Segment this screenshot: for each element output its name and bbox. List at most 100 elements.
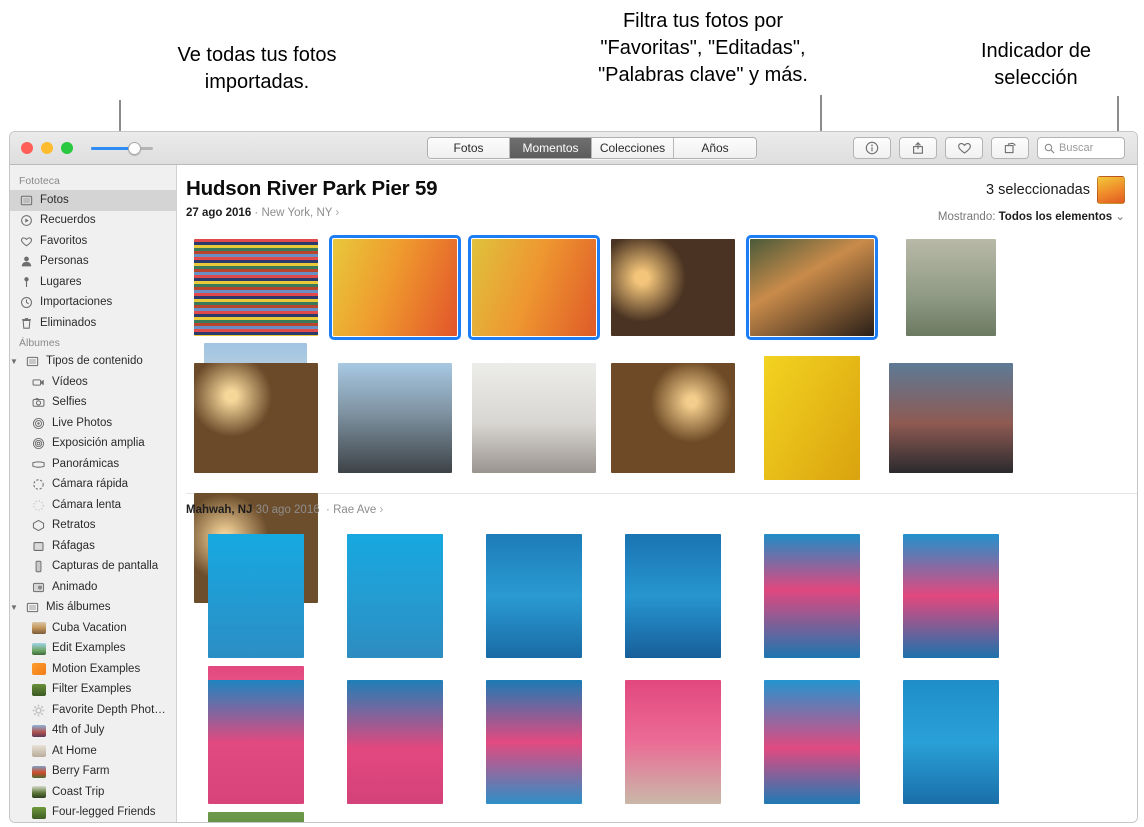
photo-thumbnail[interactable] xyxy=(888,363,1013,473)
sidebar-item-four-legged-friends[interactable]: Four-legged Friends xyxy=(10,803,176,823)
info-button[interactable] xyxy=(853,137,891,159)
photo-thumbnail[interactable] xyxy=(624,680,721,804)
photo-cell[interactable] xyxy=(186,808,325,822)
minimize-button[interactable] xyxy=(41,142,53,154)
photo-thumbnail[interactable] xyxy=(902,680,999,804)
sidebar-item-panor-micas[interactable]: Panorámicas xyxy=(10,454,176,475)
slider-knob[interactable] xyxy=(128,142,141,155)
sidebar-item-personas[interactable]: Personas xyxy=(10,252,176,273)
sidebar-item-edit-examples[interactable]: Edit Examples xyxy=(10,639,176,660)
window-controls[interactable] xyxy=(10,142,73,154)
tab-fotos[interactable]: Fotos xyxy=(428,138,510,158)
sidebar-item-eliminados[interactable]: Eliminados xyxy=(10,313,176,334)
thumbnail-size-slider[interactable] xyxy=(91,141,153,155)
photo-cell[interactable] xyxy=(603,530,742,662)
photo-thumbnail[interactable] xyxy=(485,534,582,658)
photo-cell[interactable] xyxy=(325,530,464,662)
photo-cell[interactable] xyxy=(881,353,1020,483)
zoom-button[interactable] xyxy=(61,142,73,154)
sidebar-item-berry-farm[interactable]: Berry Farm xyxy=(10,762,176,783)
photo-cell[interactable] xyxy=(464,234,603,340)
photo-thumbnail[interactable] xyxy=(763,680,860,804)
photo-cell[interactable] xyxy=(186,530,325,662)
sidebar-item-capturas-de-pantalla[interactable]: Capturas de pantalla xyxy=(10,557,176,578)
sidebar-item-c-mara-lenta[interactable]: Cámara lenta xyxy=(10,495,176,516)
sidebar-item-recuerdos[interactable]: Recuerdos xyxy=(10,211,176,232)
sidebar-item-lugares[interactable]: Lugares xyxy=(10,272,176,293)
photo-thumbnail[interactable] xyxy=(337,363,452,473)
photo-thumbnail[interactable] xyxy=(207,812,304,822)
tab-anos[interactable]: Años xyxy=(674,138,756,158)
sidebar-item-animado[interactable]: Animado xyxy=(10,577,176,598)
sidebar-item-retratos[interactable]: Retratos xyxy=(10,516,176,537)
sidebar-item-v-deos[interactable]: Vídeos xyxy=(10,372,176,393)
photo-cell[interactable] xyxy=(464,353,603,483)
sidebar-item-favorite-depth-phot[interactable]: Favorite Depth Phot… xyxy=(10,700,176,721)
photo-cell[interactable] xyxy=(464,530,603,662)
photo-cell[interactable] xyxy=(186,235,325,339)
search-input[interactable]: Buscar xyxy=(1037,137,1125,159)
photo-cell[interactable] xyxy=(186,676,325,808)
photo-thumbnail[interactable] xyxy=(193,238,318,336)
photo-cell[interactable] xyxy=(325,234,464,340)
photo-thumbnail-selected[interactable] xyxy=(467,234,600,340)
sidebar-item-fotos[interactable]: Fotos xyxy=(10,190,176,211)
sidebar-item-selfies[interactable]: Selfies xyxy=(10,393,176,414)
sidebar-item-mis-lbumes[interactable]: ▼ Mis álbumes xyxy=(10,598,176,619)
photo-cell[interactable] xyxy=(881,530,1020,662)
view-mode-tabs[interactable]: Fotos Momentos Colecciones Años xyxy=(427,137,757,159)
sidebar-item-coast-trip[interactable]: Coast Trip xyxy=(10,782,176,803)
photo-thumbnail[interactable] xyxy=(485,680,582,804)
chevron-right-icon[interactable]: › xyxy=(335,207,339,219)
photo-cell[interactable] xyxy=(325,676,464,808)
sidebar-item-exposici-n-amplia[interactable]: Exposición amplia xyxy=(10,434,176,455)
photo-thumbnail[interactable] xyxy=(207,680,304,804)
sidebar-item-4th-of-july[interactable]: 4th of July xyxy=(10,721,176,742)
selection-thumbnail[interactable] xyxy=(1097,176,1125,204)
chevron-right-icon[interactable]: › xyxy=(380,504,384,516)
tab-momentos[interactable]: Momentos xyxy=(510,138,592,158)
photo-cell[interactable] xyxy=(881,676,1020,808)
photo-cell[interactable] xyxy=(742,234,881,340)
photo-cell[interactable] xyxy=(325,353,464,483)
close-button[interactable] xyxy=(21,142,33,154)
photo-thumbnail[interactable] xyxy=(763,356,860,480)
photo-thumbnail[interactable] xyxy=(610,238,735,336)
sidebar-item-motion-examples[interactable]: Motion Examples xyxy=(10,659,176,680)
favorite-button[interactable] xyxy=(945,137,983,159)
disclosure-triangle-icon[interactable]: ▼ xyxy=(10,603,18,612)
sidebar-item-tipos-de-contenido[interactable]: ▼ Tipos de contenido xyxy=(10,352,176,373)
photo-cell[interactable] xyxy=(186,353,325,483)
photo-thumbnail[interactable] xyxy=(763,534,860,658)
sidebar-item-c-mara-r-pida[interactable]: Cámara rápida xyxy=(10,475,176,496)
photo-thumbnail[interactable] xyxy=(471,363,596,473)
photo-thumbnail[interactable] xyxy=(193,363,318,473)
photo-thumbnail[interactable] xyxy=(905,238,996,336)
tab-colecciones[interactable]: Colecciones xyxy=(592,138,674,158)
photo-thumbnail-selected[interactable] xyxy=(745,234,878,340)
photo-thumbnail[interactable] xyxy=(346,534,443,658)
photo-cell[interactable] xyxy=(742,530,881,662)
sidebar-item-r-fagas[interactable]: Ráfagas xyxy=(10,536,176,557)
photo-cell[interactable] xyxy=(603,235,742,339)
sidebar-item-live-photos[interactable]: Live Photos xyxy=(10,413,176,434)
photo-cell[interactable] xyxy=(742,676,881,808)
photo-cell[interactable] xyxy=(464,676,603,808)
share-button[interactable] xyxy=(899,137,937,159)
photo-thumbnail[interactable] xyxy=(207,534,304,658)
sidebar-item-filter-examples[interactable]: Filter Examples xyxy=(10,680,176,701)
photo-thumbnail[interactable] xyxy=(902,534,999,658)
photo-thumbnail[interactable] xyxy=(624,534,721,658)
sidebar-item-importaciones[interactable]: Importaciones xyxy=(10,293,176,314)
sidebar-item-at-home[interactable]: At Home xyxy=(10,741,176,762)
photo-thumbnail[interactable] xyxy=(610,363,735,473)
filter-dropdown[interactable]: Mostrando: Todos los elementos ⌄ xyxy=(938,209,1125,223)
photo-cell[interactable] xyxy=(603,676,742,808)
sidebar[interactable]: Fototeca Fotos Recuerdos Favoritos Personas L… xyxy=(10,165,177,823)
photo-cell[interactable] xyxy=(742,353,881,483)
disclosure-triangle-icon[interactable]: ▼ xyxy=(10,357,18,366)
photo-cell[interactable] xyxy=(603,353,742,483)
sidebar-item-cuba-vacation[interactable]: Cuba Vacation xyxy=(10,618,176,639)
rotate-button[interactable] xyxy=(991,137,1029,159)
photo-thumbnail-selected[interactable] xyxy=(328,234,461,340)
